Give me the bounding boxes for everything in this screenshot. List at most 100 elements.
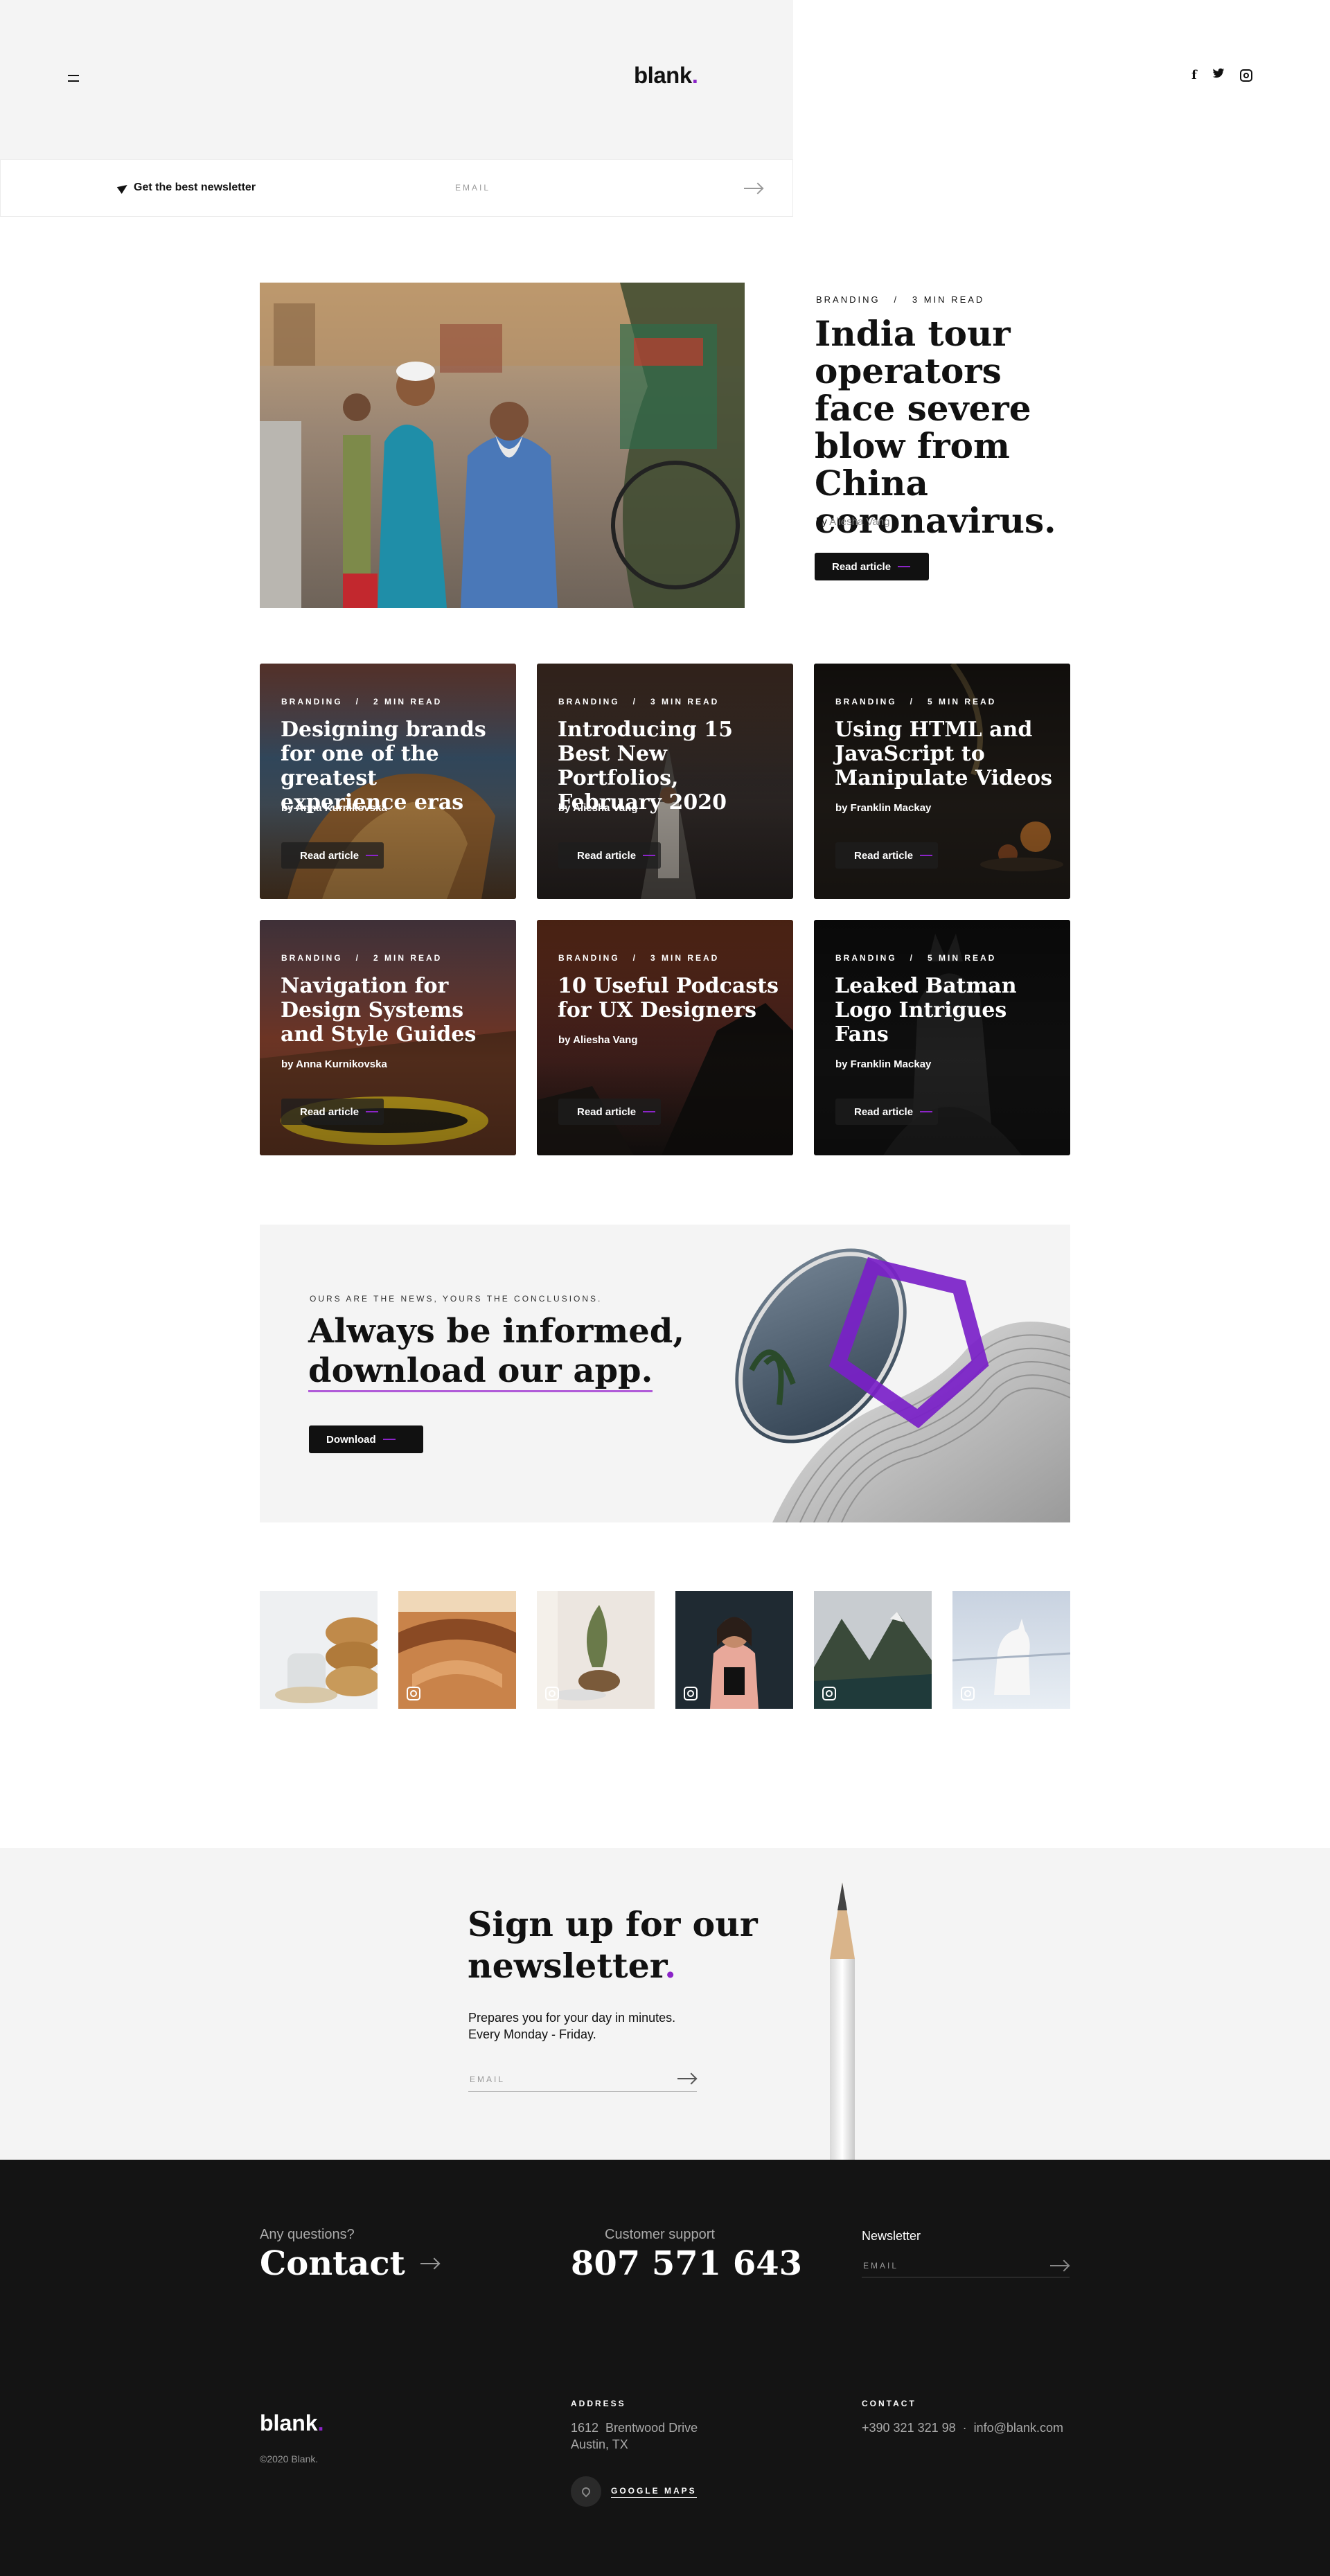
button-accent-line: [643, 1111, 656, 1112]
card-title[interactable]: Navigation for Design Systems and Style …: [281, 974, 502, 1047]
footer-logo-text: blank: [260, 2410, 318, 2435]
arrow-right-icon[interactable]: [744, 188, 762, 189]
instagram-tile[interactable]: [952, 1591, 1070, 1709]
footer-address-heading: ADDRESS: [571, 2399, 626, 2408]
button-accent-line: [920, 855, 933, 856]
instagram-tile[interactable]: [814, 1591, 932, 1709]
footer-contact-heading: CONTACT: [862, 2399, 916, 2408]
signup-title-dot: .: [664, 1946, 677, 1986]
hero-author-name[interactable]: Aliesha Vang: [829, 516, 889, 528]
app-download-banner: OURS ARE THE NEWS, YOURS THE CONCLUSIONS…: [260, 1225, 1070, 1522]
arrow-right-icon[interactable]: [1050, 2265, 1068, 2266]
hero-author: by Aliesha Vang: [816, 516, 889, 528]
footer-email-placeholder: EMAIL: [863, 2261, 899, 2271]
google-maps-label: GOOGLE MAPS: [611, 2486, 697, 2498]
read-article-button[interactable]: Read article: [558, 1099, 661, 1125]
card-title[interactable]: Introducing 15 Best New Portfolios, Febr…: [558, 718, 779, 815]
card-title[interactable]: Using HTML and JavaScript to Manipulate …: [835, 718, 1056, 790]
card-meta: BRANDING / 5 MIN READ: [835, 953, 997, 963]
signup-email-placeholder: EMAIL: [470, 2075, 506, 2084]
hero-image[interactable]: [260, 283, 745, 608]
footer-address-line1: 1612 Brentwood Drive: [571, 2421, 698, 2435]
card-meta: BRANDING / 5 MIN READ: [835, 697, 997, 707]
button-label: Read article: [854, 1105, 914, 1118]
map-pin-icon: [571, 2476, 601, 2507]
card-title[interactable]: Leaked Batman Logo Intrigues Fans: [835, 974, 1056, 1047]
arrow-right-icon: [420, 2263, 438, 2264]
signup-desc-line2: Every Monday - Friday.: [468, 2027, 596, 2041]
card-title[interactable]: Designing brands for one of the greatest…: [281, 718, 502, 815]
button-label: Read article: [577, 1105, 637, 1118]
signup-description: Prepares you for your day in minutes. Ev…: [468, 2009, 718, 2043]
footer-contact-link[interactable]: Contact: [260, 2244, 438, 2283]
newsletter-bar-email-input[interactable]: EMAIL: [455, 183, 490, 193]
signup-title: Sign up for our newsletter.: [468, 1903, 759, 1987]
footer-contact-details[interactable]: +390 321 321 98 · info@blank.com: [862, 2419, 1063, 2436]
hero-meta: BRANDING / 3 MIN READ: [816, 294, 985, 305]
instagram-tile[interactable]: [260, 1591, 378, 1709]
read-article-button[interactable]: Read article: [281, 1099, 384, 1125]
read-article-button[interactable]: Read article: [558, 842, 661, 869]
signup-email-field[interactable]: EMAIL: [468, 2071, 697, 2092]
footer-support-label: Customer support: [605, 2227, 715, 2242]
card-author: by Franklin Mackay: [835, 1058, 932, 1070]
newsletter-bar-label: Get the best newsletter: [116, 181, 256, 194]
instagram-tile[interactable]: [537, 1591, 655, 1709]
app-kicker: OURS ARE THE NEWS, YOURS THE CONCLUSIONS…: [310, 1294, 603, 1304]
logo[interactable]: blank.: [634, 62, 698, 89]
footer-questions: Any questions?: [260, 2227, 355, 2242]
footer-copyright: ©2020 Blank.: [260, 2453, 319, 2464]
logo-text: blank: [634, 62, 692, 88]
button-accent-line: [382, 1439, 396, 1440]
app-title-line1: Always be informed,: [308, 1312, 685, 1351]
card-title[interactable]: 10 Useful Podcasts for UX Designers: [558, 974, 779, 1022]
social-links: f: [1191, 68, 1252, 82]
read-article-button[interactable]: Read article: [835, 842, 938, 869]
card-author: by Anna Kurnikovska: [281, 802, 387, 814]
button-label: Read article: [300, 849, 360, 862]
footer-address: 1612 Brentwood Drive Austin, TX: [571, 2419, 698, 2453]
card-meta: BRANDING / 2 MIN READ: [281, 697, 443, 707]
arrow-right-icon[interactable]: [677, 2078, 695, 2079]
hero-read-article-button[interactable]: Read article: [815, 553, 929, 580]
article-card[interactable]: BRANDING / 5 MIN READ Leaked Batman Logo…: [814, 920, 1070, 1155]
footer-logo[interactable]: blank.: [260, 2410, 323, 2436]
article-card[interactable]: BRANDING / 2 MIN READ Navigation for Des…: [260, 920, 516, 1155]
twitter-icon[interactable]: [1212, 68, 1225, 82]
facebook-icon[interactable]: f: [1191, 68, 1197, 82]
button-label: Read article: [577, 849, 637, 862]
signup-title-line1: Sign up for our: [468, 1904, 758, 1944]
app-illustration: [735, 1248, 1070, 1522]
article-card[interactable]: BRANDING / 3 MIN READ Introducing 15 Bes…: [537, 664, 793, 899]
instagram-icon: [822, 1687, 836, 1700]
card-author: by Aliesha Vang: [558, 802, 638, 814]
article-card[interactable]: BRANDING / 3 MIN READ 10 Useful Podcasts…: [537, 920, 793, 1155]
instagram-tile[interactable]: [675, 1591, 793, 1709]
hero-button-label: Read article: [832, 560, 892, 573]
footer-email-field[interactable]: EMAIL: [862, 2257, 1070, 2277]
article-card[interactable]: BRANDING / 5 MIN READ Using HTML and Jav…: [814, 664, 1070, 899]
download-button-label: Download: [326, 1433, 376, 1446]
button-accent-line: [643, 855, 656, 856]
newsletter-bar-text: Get the best newsletter: [134, 181, 256, 193]
read-article-button[interactable]: Read article: [835, 1099, 938, 1125]
instagram-icon[interactable]: [1239, 69, 1252, 82]
footer-phone[interactable]: 807 571 643: [571, 2244, 802, 2283]
instagram-icon: [961, 1687, 975, 1700]
button-accent-line: [920, 1111, 933, 1112]
hero-title[interactable]: India tour operators face severe blow fr…: [815, 315, 1078, 540]
google-maps-link[interactable]: GOOGLE MAPS: [571, 2476, 697, 2507]
read-article-button[interactable]: Read article: [281, 842, 384, 869]
download-button[interactable]: Download: [309, 1425, 423, 1453]
article-card[interactable]: BRANDING / 2 MIN READ Designing brands f…: [260, 664, 516, 899]
card-meta: BRANDING / 3 MIN READ: [558, 953, 720, 963]
button-accent-line: [898, 566, 911, 567]
instagram-tile[interactable]: [398, 1591, 516, 1709]
signup-title-line2: newsletter: [468, 1946, 665, 1986]
paper-plane-icon: [116, 181, 130, 194]
pencil-illustration: [830, 1883, 855, 2160]
newsletter-bar: Get the best newsletter EMAIL: [0, 159, 793, 217]
menu-icon[interactable]: [68, 75, 79, 82]
app-title-line2: download our app.: [308, 1351, 653, 1392]
footer-logo-dot: .: [317, 2410, 324, 2435]
